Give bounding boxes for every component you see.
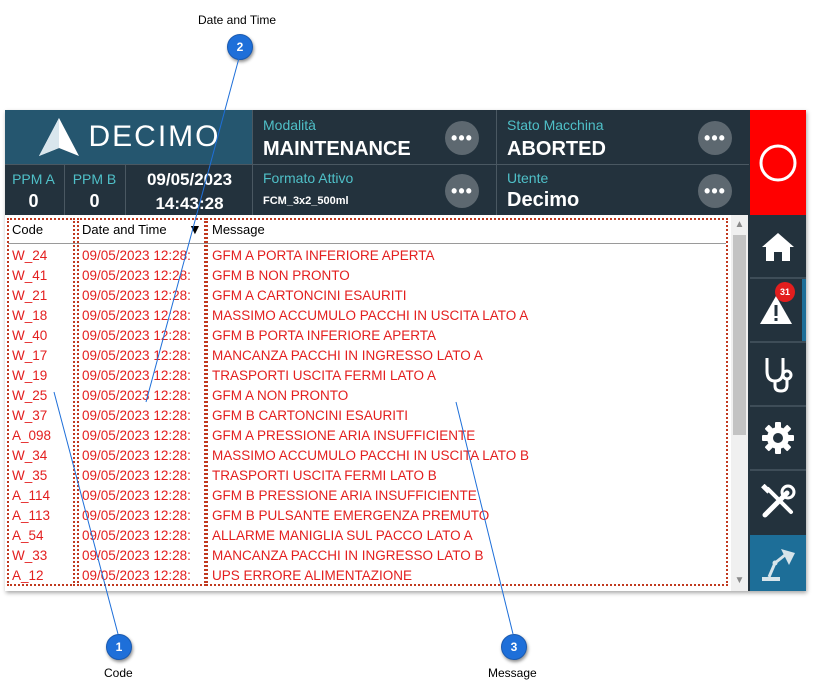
machine-state-label: Stato Macchina xyxy=(507,117,604,133)
stop-circle-icon xyxy=(759,144,797,181)
active-format-label: Formato Attivo xyxy=(263,170,354,186)
hmi-window: DECIMO Modalità MAINTENANCE ••• Stato Ma… xyxy=(5,110,806,591)
machine-state-value: ABORTED xyxy=(507,138,606,160)
settings-button[interactable] xyxy=(750,407,806,469)
stop-button[interactable] xyxy=(750,110,806,215)
mode-more-button[interactable]: ••• xyxy=(445,121,479,155)
user-more-button[interactable]: ••• xyxy=(698,174,732,208)
callout-label-date: Date and Time xyxy=(198,13,277,27)
callout-bubble-1: 1 xyxy=(106,634,132,660)
divider xyxy=(496,110,497,215)
ppm-a-panel: PPM A 0 xyxy=(5,165,62,215)
divider xyxy=(252,110,253,215)
tools-icon xyxy=(761,484,796,518)
datetime-panel: 09/05/2023 14:43:28 xyxy=(127,165,252,215)
active-format-value: FCM_3x2_500ml xyxy=(263,195,349,207)
machine-state-panel: Stato Macchina ABORTED ••• xyxy=(497,110,749,164)
scroll-up-icon[interactable]: ▲ xyxy=(731,217,748,233)
decimo-logo-icon xyxy=(38,118,79,156)
callout-bubble-3: 3 xyxy=(501,634,527,660)
divider xyxy=(5,164,749,165)
home-button[interactable] xyxy=(750,217,806,277)
table-scrollbar[interactable]: ▲ ▼ xyxy=(731,215,748,591)
logo: DECIMO xyxy=(5,110,252,164)
maintenance-button[interactable] xyxy=(750,471,806,533)
current-time: 14:43:28 xyxy=(155,194,224,213)
home-icon xyxy=(762,233,794,261)
active-format-panel: Formato Attivo FCM_3x2_500ml ••• xyxy=(253,165,496,215)
active-format-more-button[interactable]: ••• xyxy=(445,174,479,208)
lamp-button[interactable] xyxy=(750,535,806,591)
current-date: 09/05/2023 xyxy=(146,170,233,189)
user-value: Decimo xyxy=(507,189,580,211)
highlight-message-column xyxy=(206,218,728,586)
logo-text: DECIMO xyxy=(88,120,221,153)
ppm-a-label: PPM A xyxy=(12,171,55,187)
divider xyxy=(125,165,126,215)
alarm-count-badge: 31 xyxy=(775,282,795,302)
ppm-b-value: 0 xyxy=(89,191,100,211)
stethoscope-icon xyxy=(765,358,793,393)
ppm-b-panel: PPM B 0 xyxy=(66,165,123,215)
machine-state-more-button[interactable]: ••• xyxy=(698,121,732,155)
ppm-a-value: 0 xyxy=(28,191,39,211)
alarms-button[interactable]: 31 xyxy=(750,279,806,341)
highlight-date-column xyxy=(77,218,206,586)
callout-label-message: Message xyxy=(488,666,537,680)
divider xyxy=(64,165,65,215)
diagnostics-button[interactable] xyxy=(750,343,806,405)
highlight-code-column xyxy=(7,218,75,586)
user-label: Utente xyxy=(507,170,549,186)
alarm-table: Code Date and Time ▼ Message W_24 09/05/2… xyxy=(5,215,731,591)
gear-icon xyxy=(762,422,794,454)
user-panel: Utente Decimo ••• xyxy=(497,165,749,215)
mode-panel: Modalità MAINTENANCE ••• xyxy=(253,110,496,164)
mode-label: Modalità xyxy=(263,117,316,133)
lamp-icon xyxy=(762,549,795,581)
callout-label-code: Code xyxy=(104,666,133,680)
scroll-down-icon[interactable]: ▼ xyxy=(731,573,748,589)
mode-value: MAINTENANCE xyxy=(263,138,411,160)
callout-bubble-2: 2 xyxy=(227,34,253,60)
scrollbar-thumb[interactable] xyxy=(733,235,746,435)
ppm-b-label: PPM B xyxy=(72,171,117,187)
